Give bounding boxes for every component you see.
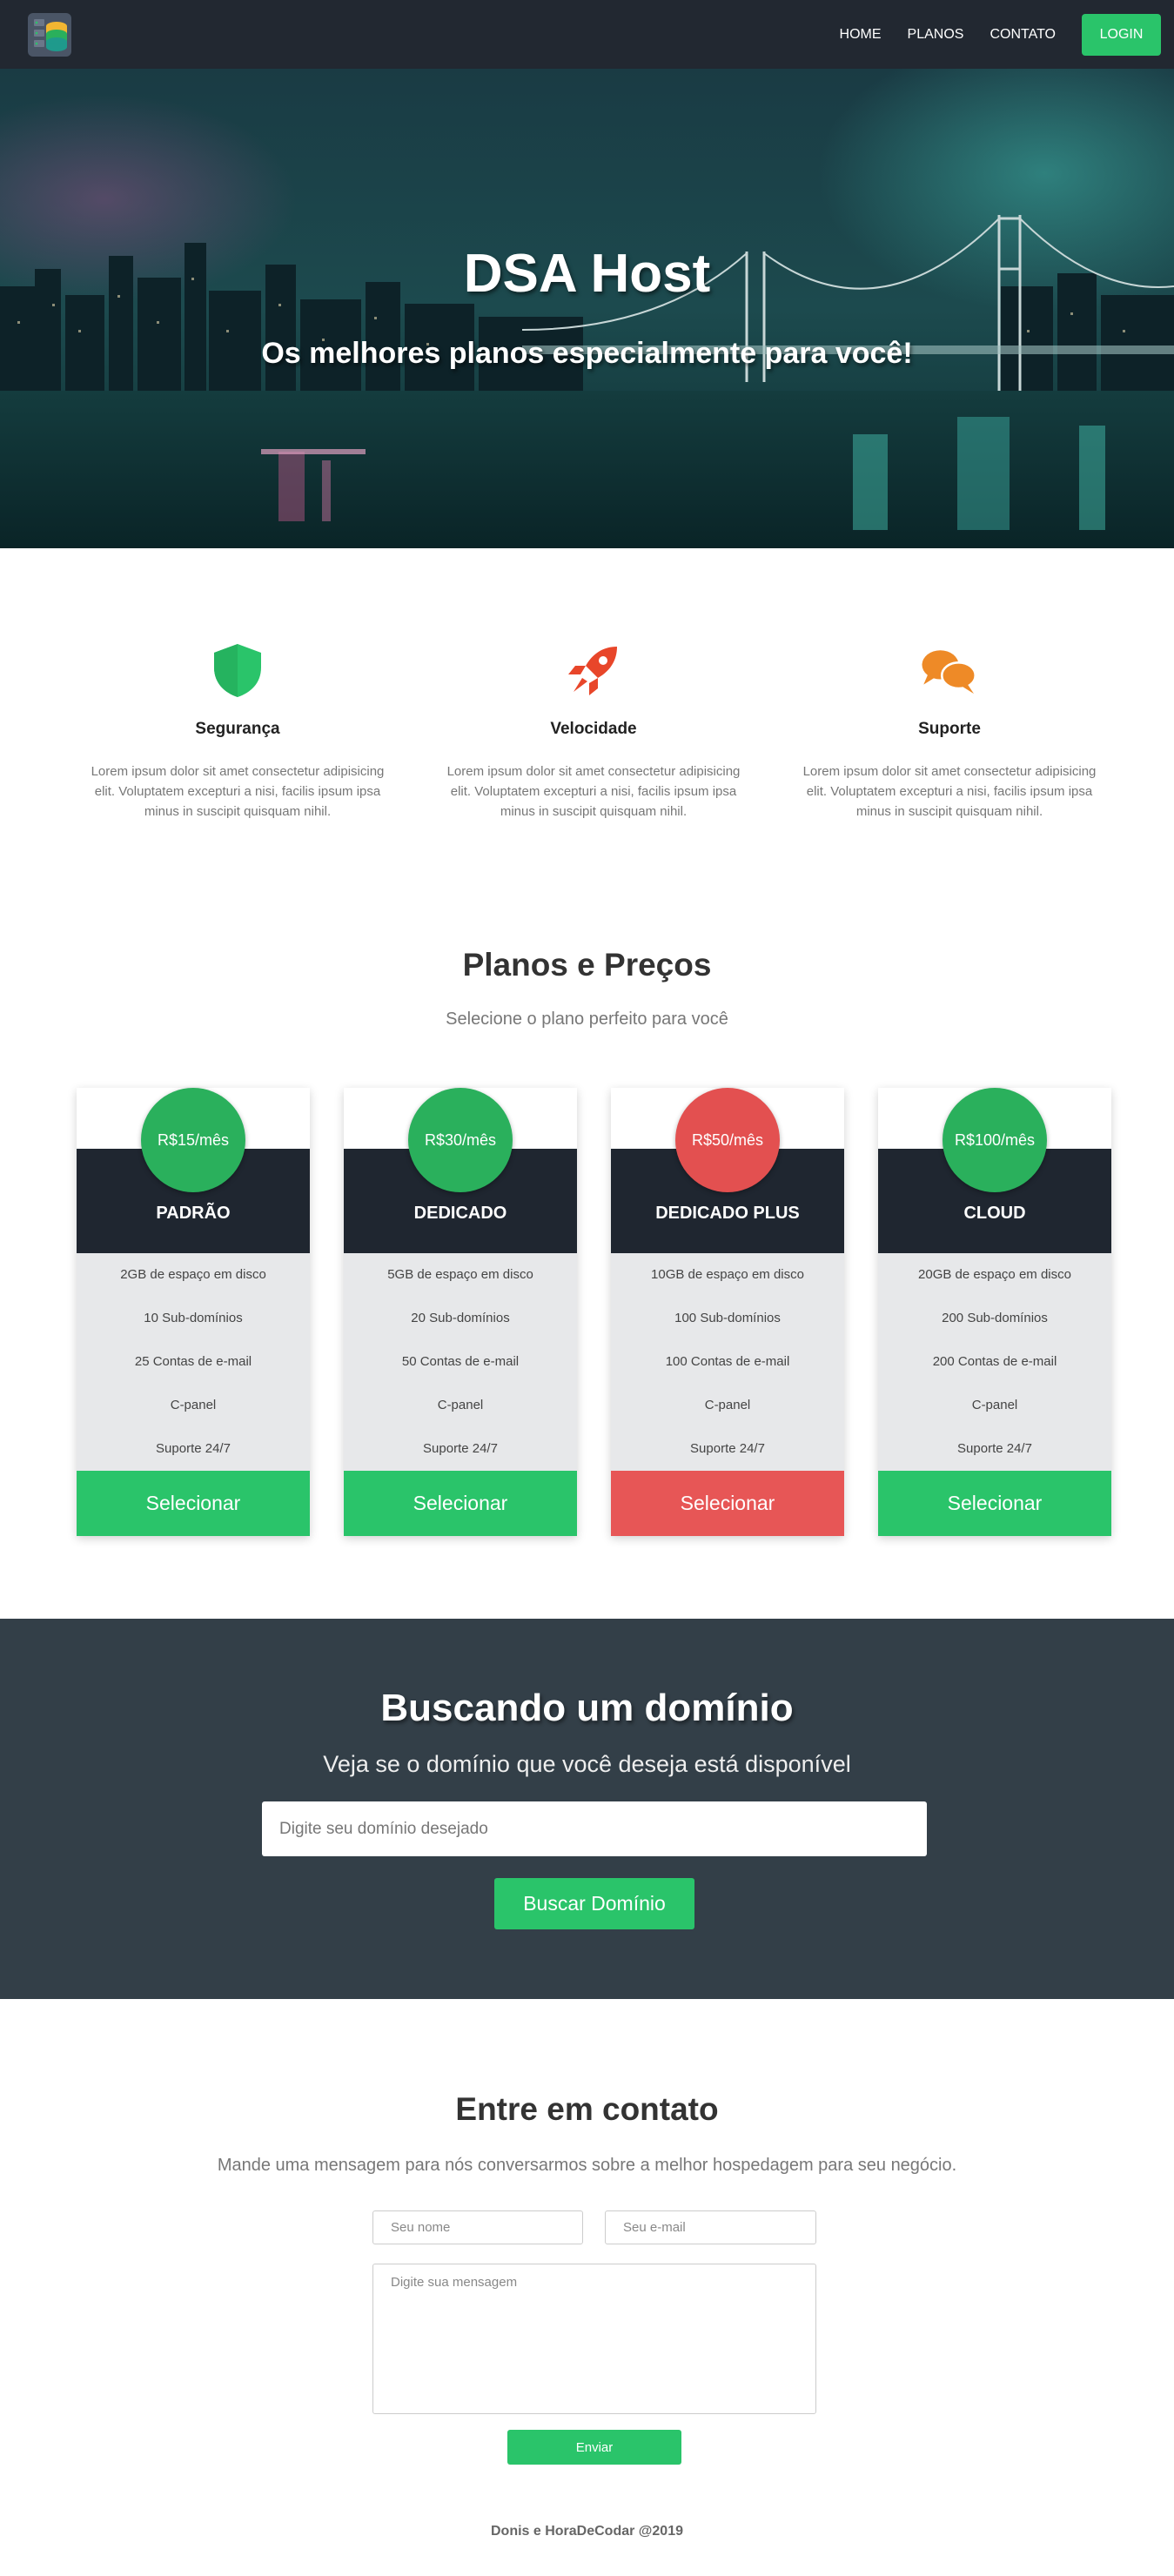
feature-text: Lorem ipsum dolor sit amet consectetur a… [802, 764, 1097, 819]
chat-bubbles-icon [922, 650, 977, 694]
plan-feature-item: C-panel [170, 1398, 217, 1412]
plan-card-padrao: R$15/mês PADRÃO 2GB de espaço em disco 1… [77, 1088, 310, 1536]
plan-features: 10GB de espaço em disco 100 Sub-domínios… [611, 1253, 844, 1471]
plan-price-badge: R$30/mês [408, 1088, 513, 1192]
plan-feature-item: 20GB de espaço em disco [918, 1267, 1071, 1282]
plan-feature-item: 5GB de espaço em disco [387, 1267, 533, 1282]
feature-title: Velocidade [550, 720, 637, 738]
plan-feature-item: Suporte 24/7 [957, 1441, 1032, 1456]
domain-search-input[interactable] [262, 1801, 927, 1856]
plan-feature-item: 200 Sub-domínios [942, 1311, 1048, 1325]
plan-name: CLOUD [963, 1204, 1026, 1223]
plan-card-dedicado: R$30/mês DEDICADO 5GB de espaço em disco… [344, 1088, 577, 1536]
name-field[interactable] [372, 2210, 583, 2244]
feature-support: Suporte Lorem ipsum dolor sit amet conse… [788, 640, 1110, 822]
select-plan-button[interactable]: Selecionar [77, 1471, 310, 1536]
plan-feature-item: Suporte 24/7 [423, 1441, 498, 1456]
nav-links: HOME PLANOS CONTATO LOGIN [814, 0, 1161, 69]
nav-link-home[interactable]: HOME [840, 27, 882, 43]
feature-speed: Velocidade Lorem ipsum dolor sit amet co… [433, 640, 755, 822]
city-night-background [0, 69, 1174, 548]
nav-link-contato[interactable]: CONTATO [990, 27, 1056, 43]
plan-price-badge: R$50/mês [675, 1088, 780, 1192]
shield-icon [214, 644, 261, 697]
plan-card-cloud: R$100/mês CLOUD 20GB de espaço em disco … [878, 1088, 1111, 1536]
plan-card-dedicado-plus: R$50/mês DEDICADO PLUS 10GB de espaço em… [611, 1088, 844, 1536]
plan-feature-item: 25 Contas de e-mail [134, 1354, 252, 1369]
footer-text: Donis e HoraDeCodar @2019 [490, 2524, 683, 2539]
plan-features: 20GB de espaço em disco 200 Sub-domínios… [878, 1253, 1111, 1471]
plan-feature-item: 100 Contas de e-mail [665, 1354, 790, 1369]
contact-subtitle: Mande uma mensagem para nós conversarmos… [217, 2156, 957, 2175]
feature-title: Segurança [195, 720, 280, 738]
domain-search-section: Buscando um domínio Veja se o domínio qu… [0, 1619, 1174, 1999]
feature-title: Suporte [918, 720, 981, 738]
select-plan-button[interactable]: Selecionar [344, 1471, 577, 1536]
email-field[interactable] [605, 2210, 816, 2244]
plan-features: 5GB de espaço em disco 20 Sub-domínios 5… [344, 1253, 577, 1471]
plan-feature-item: 200 Contas de e-mail [932, 1354, 1057, 1369]
hero-banner: DSA Host Os melhores planos especialment… [0, 69, 1174, 548]
plan-feature-item: C-panel [971, 1398, 1018, 1412]
plan-feature-item: 10GB de espaço em disco [651, 1267, 804, 1282]
plan-name: DEDICADO PLUS [655, 1204, 800, 1223]
pricing-title: Planos e Preços [462, 947, 712, 983]
plan-feature-item: C-panel [437, 1398, 484, 1412]
nav-link-planos[interactable]: PLANOS [908, 27, 964, 43]
login-button[interactable]: LOGIN [1082, 13, 1161, 56]
plan-name: PADRÃO [156, 1204, 231, 1223]
feature-text: Lorem ipsum dolor sit amet consectetur a… [446, 764, 741, 819]
plan-feature-item: 100 Sub-domínios [674, 1311, 781, 1325]
message-field[interactable] [372, 2264, 816, 2414]
send-button[interactable]: Enviar [507, 2430, 681, 2465]
plan-feature-item: 2GB de espaço em disco [120, 1267, 266, 1282]
domain-subtitle: Veja se o domínio que você deseja está d… [323, 1751, 851, 1777]
database-server-icon[interactable] [27, 12, 72, 57]
hero-subtitle: Os melhores planos especialmente para vo… [261, 337, 913, 370]
rocket-icon [568, 647, 617, 695]
domain-title: Buscando um domínio [380, 1687, 794, 1729]
plan-name: DEDICADO [413, 1204, 507, 1223]
hero-title: DSA Host [463, 244, 711, 304]
plan-price-badge: R$15/mês [141, 1088, 245, 1192]
plan-feature-item: Suporte 24/7 [156, 1441, 231, 1456]
select-plan-button[interactable]: Selecionar [611, 1471, 844, 1536]
feature-text: Lorem ipsum dolor sit amet consectetur a… [91, 764, 385, 819]
plan-feature-item: Suporte 24/7 [690, 1441, 765, 1456]
plan-feature-item: 50 Contas de e-mail [401, 1354, 520, 1369]
navbar: HOME PLANOS CONTATO LOGIN [0, 0, 1174, 69]
feature-security: Segurança Lorem ipsum dolor sit amet con… [77, 640, 399, 822]
contact-title: Entre em contato [455, 2091, 719, 2127]
search-domain-button[interactable]: Buscar Domínio [494, 1878, 694, 1929]
plan-features: 2GB de espaço em disco 10 Sub-domínios 2… [77, 1253, 310, 1471]
plan-price-badge: R$100/mês [943, 1088, 1047, 1192]
select-plan-button[interactable]: Selecionar [878, 1471, 1111, 1536]
plan-feature-item: 10 Sub-domínios [144, 1311, 243, 1325]
pricing-subtitle: Selecione o plano perfeito para você [446, 1010, 728, 1029]
plan-feature-item: C-panel [704, 1398, 751, 1412]
plan-feature-item: 20 Sub-domínios [411, 1311, 510, 1325]
